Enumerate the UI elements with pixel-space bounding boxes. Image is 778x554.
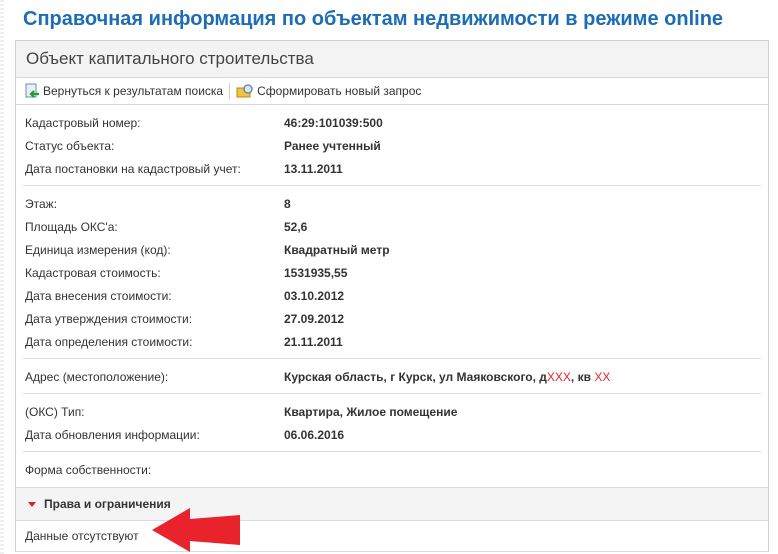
field-value: 8 bbox=[284, 196, 291, 211]
rights-section-toggle[interactable]: Права и ограничения bbox=[16, 487, 768, 521]
field-label: Кадастровая стоимость: bbox=[25, 265, 161, 280]
toolbar: Вернуться к результатам поиска Сформиров… bbox=[16, 78, 768, 105]
field-value: 03.10.2012 bbox=[284, 288, 345, 303]
info-row: Дата постановки на кадастровый учет: 13.1… bbox=[23, 157, 761, 180]
field-label: Дата постановки на кадастровый учет: bbox=[25, 161, 241, 176]
field-label: Этаж: bbox=[25, 196, 58, 211]
info-row: Кадастровый номер: 46:29:101039:500 bbox=[23, 111, 761, 134]
field-value: 1531935,55 bbox=[284, 265, 348, 280]
house-number: XXX bbox=[546, 369, 571, 384]
ownership-group: Форма собственности: bbox=[23, 452, 761, 487]
toolbar-divider bbox=[229, 83, 231, 99]
info-row: Дата внесения стоимости: 03.10.2012 bbox=[23, 284, 761, 307]
field-value: Квартира, Жилое помещение bbox=[284, 404, 458, 419]
field-value: 06.06.2016 bbox=[284, 427, 345, 442]
info-row: Дата определения стоимости: 21.11.2011 bbox=[23, 330, 761, 353]
flat-number: XX bbox=[594, 369, 611, 384]
info-row: Дата обновления информации: 06.06.2016 bbox=[23, 423, 761, 446]
field-value: Ранее учтенный bbox=[284, 138, 381, 153]
address-group: Адрес (местоположение): Курская область, … bbox=[23, 359, 761, 394]
type-group: (ОКС) Тип: Квартира, Жилое помещение Дата… bbox=[23, 394, 761, 452]
address-text: , кв bbox=[570, 369, 595, 384]
new-query-button[interactable]: Сформировать новый запрос bbox=[236, 83, 421, 99]
triangle-down-icon bbox=[28, 501, 36, 507]
field-value: Квадратный метр bbox=[284, 242, 390, 257]
field-value: 27.09.2012 bbox=[284, 311, 345, 326]
field-label: Форма собственности: bbox=[25, 462, 152, 477]
page-title: Справочная информация по объектам недвиж… bbox=[23, 8, 724, 30]
field-label: Дата утверждения стоимости: bbox=[25, 311, 193, 326]
info-row: Форма собственности: bbox=[23, 458, 761, 481]
field-value: 46:29:101039:500 bbox=[284, 115, 383, 130]
info-group-1: Кадастровый номер: 46:29:101039:500 Стату… bbox=[23, 105, 761, 186]
rights-content: Данные отсутствуют bbox=[16, 521, 768, 552]
panel-title: Объект капитального строительства bbox=[16, 41, 768, 78]
new-query-label: Сформировать новый запрос bbox=[257, 84, 422, 98]
info-row: Этаж: 8 bbox=[23, 192, 761, 215]
field-label: (ОКС) Тип: bbox=[25, 404, 85, 419]
field-value: 13.11.2011 bbox=[284, 161, 343, 176]
info-row: Дата утверждения стоимости: 27.09.2012 bbox=[23, 307, 761, 330]
field-label: Адрес (местоположение): bbox=[25, 369, 169, 384]
field-label: Дата обновления информации: bbox=[25, 427, 200, 442]
address-row: Адрес (местоположение): Курская область, … bbox=[23, 365, 761, 388]
folder-search-icon bbox=[236, 84, 253, 98]
back-to-results-button[interactable]: Вернуться к результатам поиска bbox=[24, 83, 223, 99]
field-label: Кадастровый номер: bbox=[25, 115, 141, 130]
address-value: Курская область, г Курск, ул Маяковского… bbox=[284, 370, 610, 384]
address-text: Курская область, г Курск, ул Маяковского… bbox=[284, 369, 547, 384]
field-label: Статус объекта: bbox=[25, 138, 115, 153]
object-panel: Объект капитального строительства Вернут… bbox=[15, 40, 769, 552]
info-row: (ОКС) Тип: Квартира, Жилое помещение bbox=[23, 400, 761, 423]
field-label: Дата определения стоимости: bbox=[25, 334, 193, 349]
info-row: Кадастровая стоимость: 1531935,55 bbox=[23, 261, 761, 284]
field-value: 52,6 bbox=[284, 219, 308, 234]
info-row: Статус объекта: Ранее учтенный bbox=[23, 134, 761, 157]
field-label: Площадь ОКС'а: bbox=[25, 219, 118, 234]
field-label: Дата внесения стоимости: bbox=[25, 288, 172, 303]
field-label: Единица измерения (код): bbox=[25, 242, 171, 257]
info-row: Площадь ОКС'а: 52,6 bbox=[23, 215, 761, 238]
document-back-icon bbox=[25, 83, 39, 98]
left-decoration bbox=[0, 0, 4, 554]
back-label: Вернуться к результатам поиска bbox=[43, 84, 224, 98]
info-group-2: Этаж: 8 Площадь ОКС'а: 52,6 Единица измере… bbox=[23, 186, 761, 359]
info-row: Единица измерения (код): Квадратный метр bbox=[23, 238, 761, 261]
field-value: 21.11.2011 bbox=[284, 334, 343, 349]
red-arrow-icon bbox=[152, 508, 240, 552]
